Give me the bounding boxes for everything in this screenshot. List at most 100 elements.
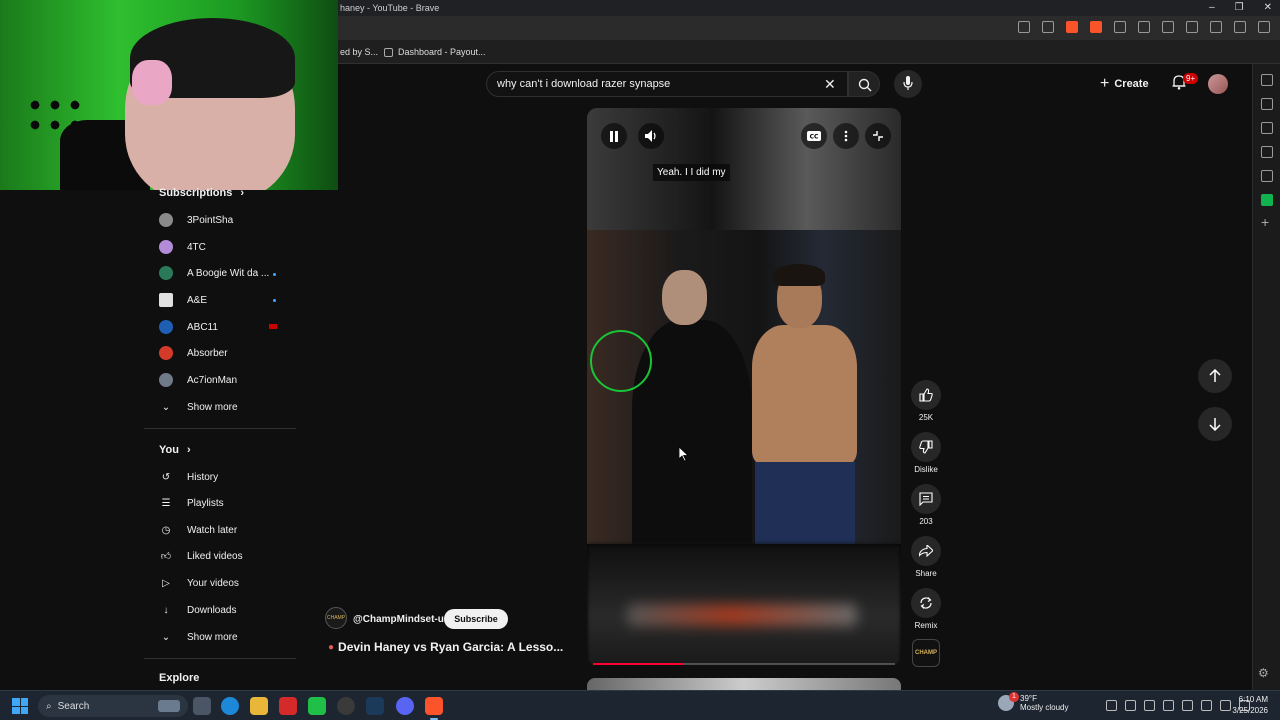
- subscription-item[interactable]: A&E: [159, 291, 289, 309]
- channel-thumbnail-button[interactable]: CHAMP: [912, 639, 940, 667]
- obs-icon[interactable]: [337, 697, 355, 715]
- subscription-item[interactable]: A Boogie Wit da ...: [159, 264, 289, 282]
- subscription-item[interactable]: Absorber: [159, 344, 289, 362]
- bookmark-item[interactable]: ed by S...: [340, 47, 378, 57]
- guide-item-history[interactable]: ↺ History: [159, 468, 289, 486]
- steam-icon[interactable]: [366, 697, 384, 715]
- screenshot-icon[interactable]: [1114, 21, 1126, 33]
- vpn-icon[interactable]: [1234, 21, 1246, 33]
- cast-icon[interactable]: [1018, 21, 1030, 33]
- subscribe-button[interactable]: Subscribe: [444, 609, 508, 629]
- notification-count-badge: 9+: [1183, 73, 1199, 84]
- clock-time: 6:10 AM: [1238, 695, 1268, 704]
- windows-start-button[interactable]: [12, 698, 28, 714]
- discord-icon[interactable]: [396, 697, 414, 715]
- tray-chevron-icon[interactable]: [1106, 700, 1117, 711]
- clear-search-icon[interactable]: ✕: [824, 76, 836, 93]
- search-input[interactable]: why can't i download razer synapse: [486, 71, 848, 97]
- share-button[interactable]: Share: [911, 536, 941, 578]
- wifi-icon[interactable]: [1201, 700, 1212, 711]
- menu-icon[interactable]: [1258, 21, 1270, 33]
- account-avatar[interactable]: [1208, 74, 1228, 94]
- file-explorer-icon[interactable]: [250, 697, 268, 715]
- tv-icon[interactable]: [1261, 98, 1273, 110]
- guide-item-label: History: [187, 471, 219, 483]
- video-frame-bottom: [587, 544, 901, 666]
- comments-button[interactable]: 203: [911, 484, 941, 526]
- shorts-video-player[interactable]: CC Yeah. I I did my: [587, 108, 901, 666]
- champ-logo-icon: CHAMP: [915, 650, 937, 656]
- next-short-button[interactable]: [1198, 407, 1232, 441]
- microphone-tray-icon[interactable]: [1182, 700, 1193, 711]
- show-more-button[interactable]: ⌄ Show more: [159, 398, 289, 416]
- channel-avatar[interactable]: CHAMP: [325, 607, 347, 629]
- gear-icon[interactable]: ⚙: [1258, 666, 1269, 680]
- subscription-item[interactable]: 4TC: [159, 238, 289, 256]
- leo-ai-icon[interactable]: [1261, 74, 1273, 86]
- browser-side-panel: +: [1252, 64, 1280, 690]
- brave-shields-icon[interactable]: [1066, 21, 1078, 33]
- brave-browser-icon[interactable]: [425, 697, 443, 720]
- explore-heading: Explore: [159, 672, 200, 684]
- dislike-button[interactable]: Dislike: [911, 432, 941, 474]
- calendar-icon[interactable]: [1261, 122, 1273, 134]
- kick-icon[interactable]: [1261, 194, 1273, 206]
- guide-item-playlists[interactable]: ☰ Playlists: [159, 494, 289, 512]
- previous-short-button[interactable]: [1198, 359, 1232, 393]
- minimize-icon[interactable]: –: [1209, 2, 1215, 13]
- task-view-icon[interactable]: [193, 697, 211, 715]
- bookmark-item[interactable]: Dashboard - Payout...: [384, 47, 486, 57]
- channel-handle[interactable]: @ChampMindset-us: [353, 614, 449, 625]
- wallet-icon[interactable]: [1186, 21, 1198, 33]
- search-button[interactable]: [848, 71, 880, 97]
- fighter-hair: [773, 264, 825, 286]
- leo-icon[interactable]: [1210, 21, 1222, 33]
- restore-icon[interactable]: ❐: [1235, 2, 1244, 13]
- pause-button[interactable]: [601, 123, 627, 149]
- tray-app-icon[interactable]: [1144, 700, 1155, 711]
- taskbar-search-label: Search: [57, 700, 90, 712]
- edge-browser-icon[interactable]: [221, 697, 239, 715]
- subscription-item[interactable]: 3PointSha: [159, 211, 289, 229]
- subscription-item[interactable]: Ac7ionMan: [159, 371, 289, 389]
- share-icon[interactable]: [1042, 21, 1054, 33]
- reading-list-icon[interactable]: [1261, 170, 1273, 182]
- progress-bar[interactable]: [593, 663, 895, 665]
- sidebar-toggle-icon[interactable]: [1162, 21, 1174, 33]
- channel-avatar: [159, 240, 173, 254]
- kick-app-icon[interactable]: [308, 697, 326, 715]
- new-content-dot: [273, 299, 276, 302]
- you-heading[interactable]: You ›: [159, 444, 191, 456]
- add-panel-icon[interactable]: +: [1261, 215, 1273, 229]
- acrobat-icon[interactable]: [279, 697, 297, 715]
- taskbar-clock[interactable]: 6:10 AM 3/25/2026: [1226, 694, 1268, 716]
- fullscreen-exit-button[interactable]: [865, 123, 891, 149]
- short-title-link[interactable]: ● Devin Haney vs Ryan Garcia: A Lesso...: [328, 640, 563, 654]
- subscriptions-heading[interactable]: Subscriptions ›: [159, 187, 244, 199]
- chevron-down-icon: ⌄: [161, 401, 171, 413]
- close-window-icon[interactable]: ✕: [1264, 2, 1272, 13]
- guide-item-your-videos[interactable]: ▷ Your videos: [159, 574, 289, 592]
- volume-button[interactable]: [638, 123, 664, 149]
- remix-button[interactable]: Remix: [911, 588, 941, 630]
- next-short-preview[interactable]: [587, 678, 901, 690]
- guide-item-liked-videos[interactable]: 👍︎ Liked videos: [159, 547, 289, 565]
- guide-item-watch-later[interactable]: ◷ Watch later: [159, 521, 289, 539]
- voice-search-button[interactable]: [894, 70, 922, 98]
- channel-avatar: [159, 373, 173, 387]
- captions-button[interactable]: CC: [801, 123, 827, 149]
- create-button[interactable]: + Create: [1100, 72, 1149, 96]
- like-button[interactable]: 25K: [911, 380, 941, 422]
- brave-rewards-icon[interactable]: [1090, 21, 1102, 33]
- guide-item-downloads[interactable]: ↓ Downloads: [159, 601, 289, 619]
- tray-app-icon[interactable]: [1163, 700, 1174, 711]
- media-icon[interactable]: [1138, 21, 1150, 33]
- more-options-button[interactable]: [833, 123, 859, 149]
- bookmarks-panel-icon[interactable]: [1261, 146, 1273, 158]
- guide-sidebar: Subscriptions › 3PointSha 4TC A Boogie W…: [144, 186, 296, 690]
- taskbar-search[interactable]: ⌕ Search: [38, 695, 188, 717]
- channel-avatar: [159, 213, 173, 227]
- tray-app-icon[interactable]: [1125, 700, 1136, 711]
- bookmark-favicon-icon: [384, 47, 393, 57]
- show-more-button[interactable]: ⌄ Show more: [159, 628, 289, 646]
